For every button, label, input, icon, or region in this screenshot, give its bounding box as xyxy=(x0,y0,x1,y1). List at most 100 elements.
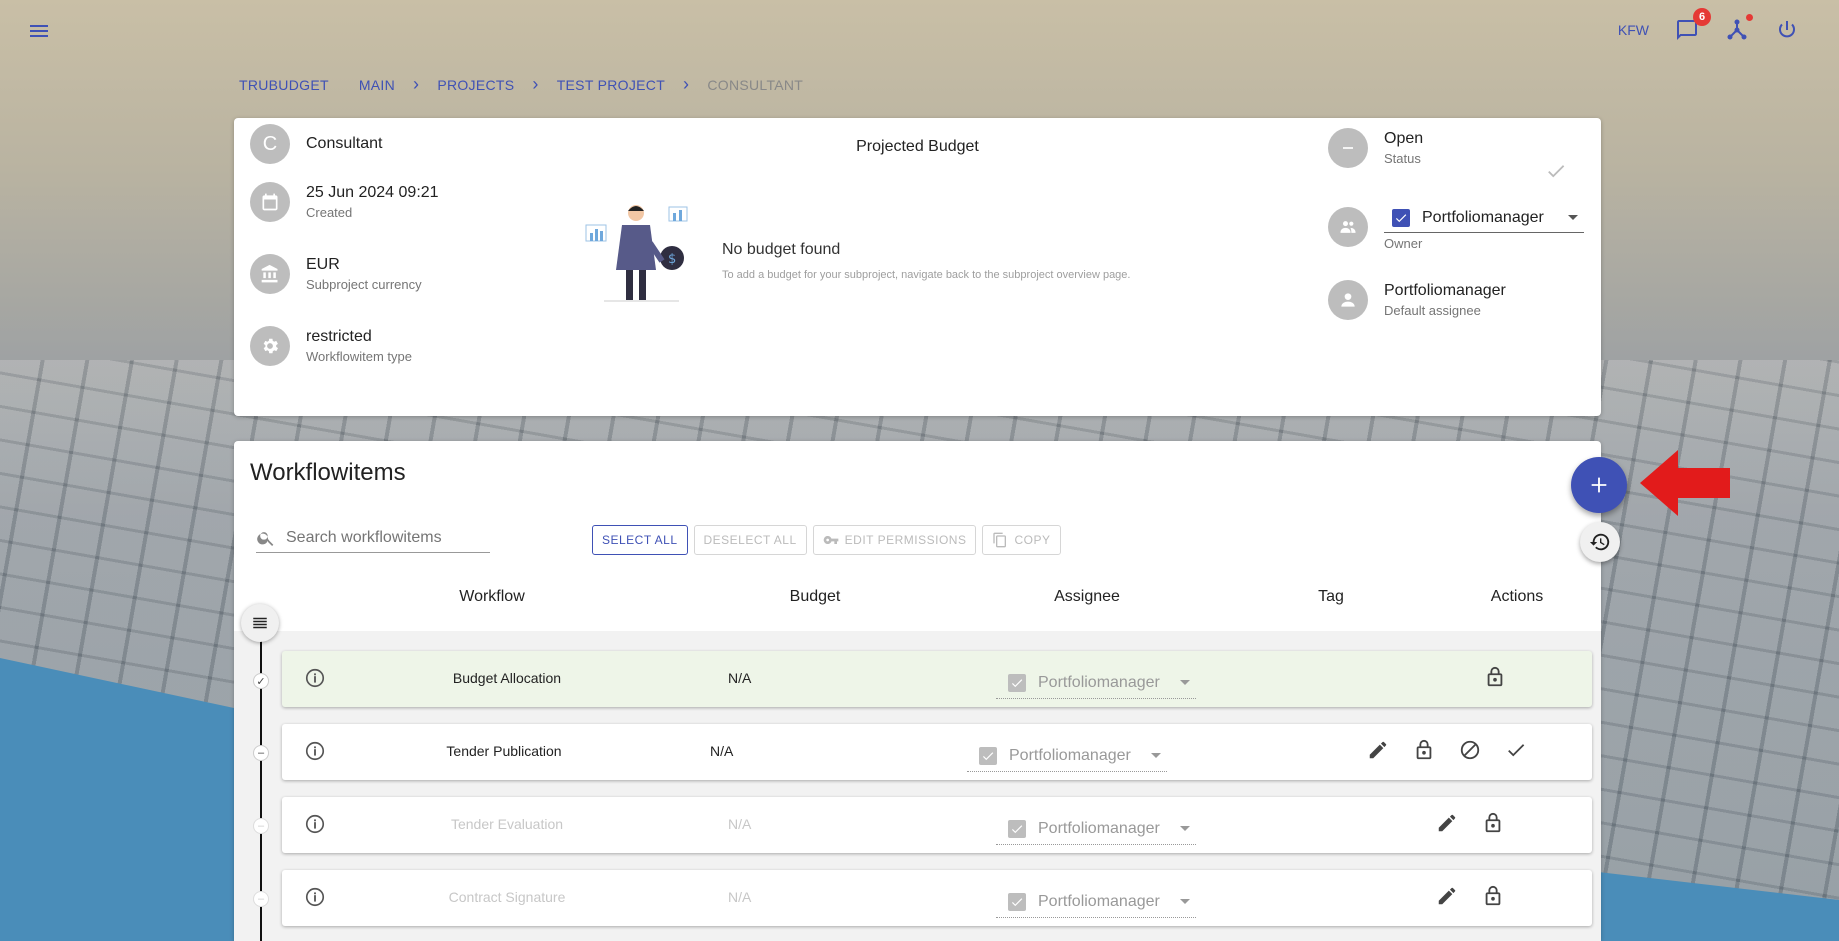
deselect-all-button[interactable]: DESELECT ALL xyxy=(693,525,807,555)
workflowitems-title: Workflowitems xyxy=(250,459,406,486)
lock-icon[interactable] xyxy=(1484,666,1506,688)
lock-icon[interactable] xyxy=(1413,739,1435,761)
workflow-toolbar: SELECT ALL DESELECT ALL EDIT PERMISSIONS… xyxy=(592,525,1061,555)
breadcrumb-main[interactable]: MAIN xyxy=(359,77,395,93)
info-icon[interactable] xyxy=(304,740,326,762)
budget-illustration: $ xyxy=(585,205,688,302)
edit-icon[interactable] xyxy=(1367,739,1389,761)
currency-value: EUR xyxy=(306,256,340,273)
info-icon[interactable] xyxy=(304,813,326,835)
key-icon xyxy=(823,536,839,544)
timeline-node-pending: – xyxy=(253,818,269,834)
people-icon xyxy=(1328,207,1368,247)
breadcrumb: TRUBUDGET MAIN › PROJECTS › TEST PROJECT… xyxy=(239,74,803,95)
info-icon[interactable] xyxy=(304,667,326,689)
history-icon xyxy=(1589,533,1610,551)
chevron-down-icon xyxy=(1151,753,1161,758)
bank-icon xyxy=(250,254,290,294)
chat-icon[interactable]: 6 xyxy=(1675,8,1711,42)
check-icon[interactable] xyxy=(1505,739,1527,761)
breadcrumb-trubudget[interactable]: TRUBUDGET xyxy=(239,77,329,93)
table-row[interactable]: Contract Signature N/A Portfoliomanager xyxy=(282,870,1592,926)
currency-row: EUR Subproject currency xyxy=(250,254,422,294)
chevron-right-icon: › xyxy=(532,74,539,94)
owner-checkbox xyxy=(1392,208,1410,227)
table-row[interactable]: Tender Evaluation N/A Portfoliomanager xyxy=(282,797,1592,853)
table-row[interactable]: Budget Allocation N/A Portfoliomanager xyxy=(282,651,1592,707)
breadcrumb-projects[interactable]: PROJECTS xyxy=(437,77,514,93)
assignee-checkbox xyxy=(1008,673,1026,692)
row-actions xyxy=(1436,812,1504,834)
assignee-select: Portfoliomanager xyxy=(996,813,1196,845)
owner-row: Portfoliomanager Owner xyxy=(1328,203,1584,251)
timeline-node-open: – xyxy=(253,745,269,761)
top-app-bar: KFW 6 xyxy=(0,0,1839,64)
default-assignee-label: Default assignee xyxy=(1384,303,1481,318)
no-budget-title: No budget found xyxy=(722,241,841,258)
no-budget-hint: To add a budget for your subproject, nav… xyxy=(722,269,1131,281)
edit-permissions-label: EDIT PERMISSIONS xyxy=(844,533,967,547)
assignee-select: Portfoliomanager xyxy=(996,886,1196,918)
workflowitem-name: Budget Allocation xyxy=(452,670,562,686)
assignee-select: Portfoliomanager xyxy=(996,667,1196,699)
minus-circle-icon xyxy=(1328,128,1368,168)
workflowitem-name: Contract Signature xyxy=(448,889,566,905)
chevron-right-icon: › xyxy=(413,74,420,94)
edit-permissions-button[interactable]: EDIT PERMISSIONS xyxy=(812,525,977,555)
header-assignee: Assignee xyxy=(1054,588,1120,605)
assignee-select: Portfoliomanager xyxy=(967,740,1167,772)
breadcrumb-test-project[interactable]: TEST PROJECT xyxy=(557,77,665,93)
reorder-list-icon[interactable] xyxy=(241,604,279,642)
default-assignee-value: Portfoliomanager xyxy=(1384,282,1506,299)
workflowitems-card: Workflowitems SELECT ALL DESELECT ALL ED… xyxy=(234,441,1601,941)
svg-text:$: $ xyxy=(668,252,676,267)
info-icon[interactable] xyxy=(304,886,326,908)
assignee-checkbox xyxy=(1008,892,1026,911)
add-workflowitem-button[interactable] xyxy=(1571,457,1627,513)
subproject-details-card: C Consultant 25 Jun 2024 09:21 Created EU… xyxy=(234,118,1601,416)
header-budget: Budget xyxy=(789,588,841,605)
copy-label: COPY xyxy=(1014,533,1051,547)
assignee-checkbox xyxy=(979,746,997,765)
close-subproject-check-icon[interactable] xyxy=(1545,160,1567,187)
network-status-dot xyxy=(1746,14,1753,21)
owner-value: Portfoliomanager xyxy=(1422,208,1544,226)
chevron-right-icon: › xyxy=(683,74,690,94)
chevron-down-icon xyxy=(1568,215,1578,220)
power-icon[interactable] xyxy=(1775,18,1799,42)
owner-select[interactable]: Portfoliomanager xyxy=(1384,203,1584,233)
header-actions: Actions xyxy=(1490,588,1544,605)
edit-icon[interactable] xyxy=(1436,885,1458,907)
search-icon xyxy=(257,531,274,546)
status-row: Open Status xyxy=(1328,128,1423,168)
row-actions xyxy=(1367,739,1527,761)
top-right-actions: KFW 6 xyxy=(1617,8,1799,42)
assignee-value: Portfoliomanager xyxy=(1009,746,1131,764)
assignee-value: Portfoliomanager xyxy=(1038,819,1160,837)
row-actions xyxy=(1436,885,1504,907)
calendar-icon xyxy=(250,182,290,222)
lock-icon[interactable] xyxy=(1482,812,1504,834)
menu-icon[interactable] xyxy=(30,22,54,42)
lock-icon[interactable] xyxy=(1482,885,1504,907)
created-row: 25 Jun 2024 09:21 Created xyxy=(250,182,439,222)
edit-icon[interactable] xyxy=(1436,812,1458,834)
timeline-node-closed: ✓ xyxy=(253,673,269,689)
select-all-button[interactable]: SELECT ALL xyxy=(592,525,688,555)
organization-label: KFW xyxy=(1617,22,1649,38)
search-input[interactable] xyxy=(286,528,476,547)
chevron-down-icon xyxy=(1180,680,1190,685)
copy-button[interactable]: COPY xyxy=(982,525,1061,555)
workflowitem-budget: N/A xyxy=(728,889,752,905)
search-field[interactable] xyxy=(256,523,490,553)
table-row[interactable]: Tender Publication N/A Portfoliomanager xyxy=(282,724,1592,780)
workflowitem-budget: N/A xyxy=(710,743,734,759)
annotation-arrow-icon xyxy=(1640,450,1730,516)
network-icon[interactable] xyxy=(1725,14,1753,42)
currency-label: Subproject currency xyxy=(306,277,422,292)
timeline-node-pending: – xyxy=(253,891,269,907)
created-label: Created xyxy=(306,205,353,220)
reject-icon[interactable] xyxy=(1459,739,1481,761)
header-workflow: Workflow xyxy=(459,588,525,605)
history-button[interactable] xyxy=(1580,522,1620,562)
